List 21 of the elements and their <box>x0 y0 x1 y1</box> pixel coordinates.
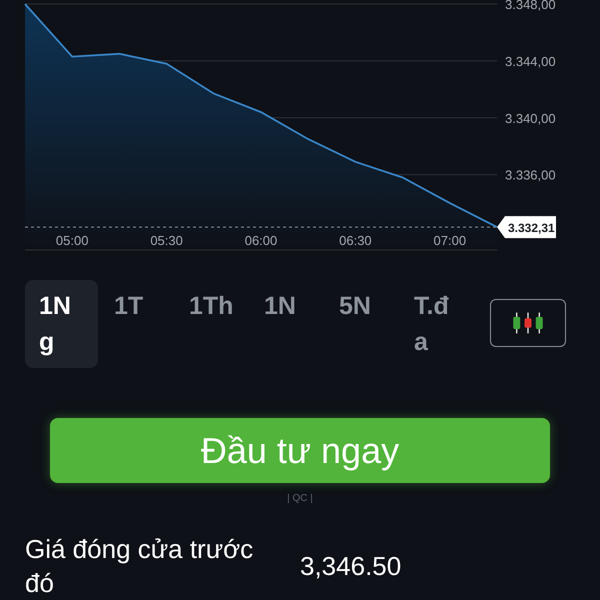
range-tab[interactable]: 1Ng <box>25 280 98 368</box>
x-axis-label: 06:30 <box>339 233 372 248</box>
range-tab[interactable]: 5N <box>325 280 398 368</box>
y-axis-label: 3.336,00 <box>505 168 556 183</box>
y-axis-label: 3.348,00 <box>505 0 556 12</box>
range-tab[interactable]: T.đa <box>400 280 473 368</box>
x-axis-label: 07:00 <box>434 233 466 248</box>
stat-value: 3,346.50 <box>300 550 402 582</box>
last-price-tag: 3.332,31 <box>497 216 556 238</box>
ad-label: | QC | <box>287 493 313 504</box>
y-axis-label: 3.340,00 <box>505 110 556 126</box>
x-axis-label: 05:30 <box>150 233 183 248</box>
chart-type-button[interactable] <box>490 299 566 347</box>
stat-label: Giá đóng cửa trước đó <box>25 533 254 600</box>
range-tab[interactable]: 1Th <box>175 280 248 368</box>
x-axis-label: 05:00 <box>56 233 88 248</box>
ref-line-label: 3.332,31 <box>508 221 556 236</box>
range-tab[interactable]: 1T <box>100 280 173 368</box>
x-axis-label: 06:00 <box>244 233 278 248</box>
y-axis-label: 3.344,00 <box>505 54 556 69</box>
range-tab[interactable]: 1N <box>250 280 323 368</box>
